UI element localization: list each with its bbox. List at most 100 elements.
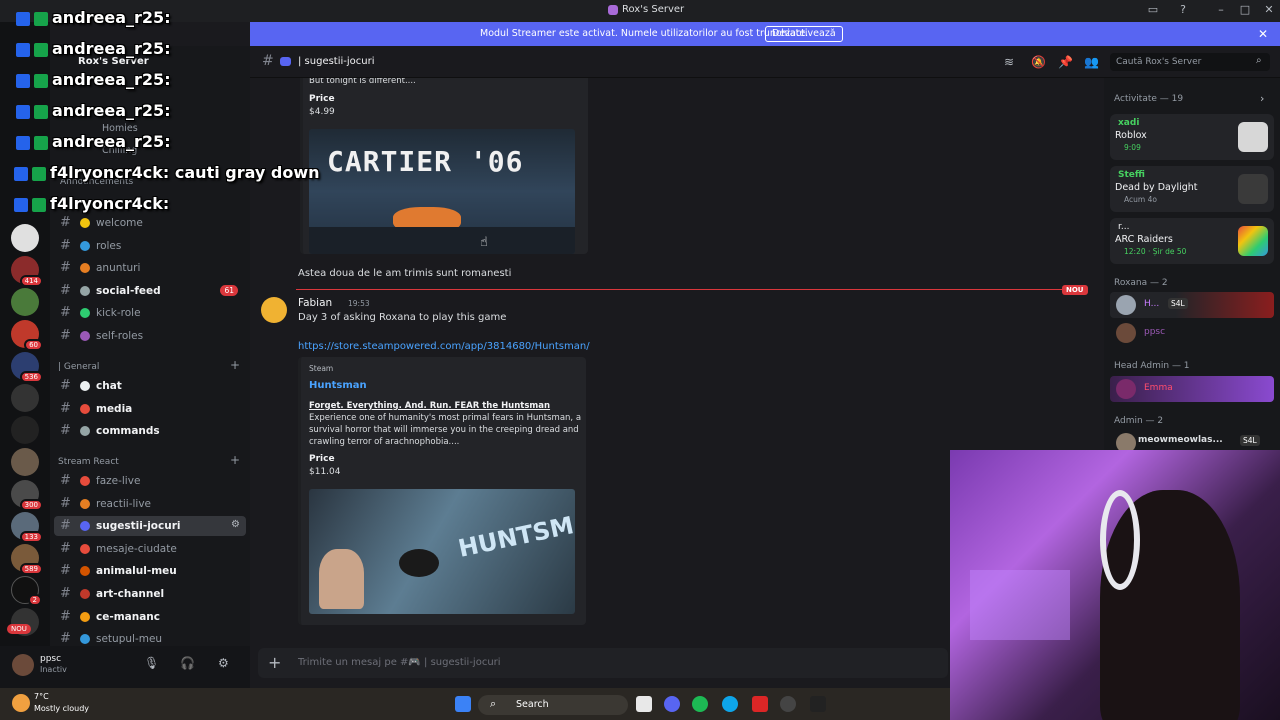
steam-link[interactable]: https://store.steampowered.com/app/38146… xyxy=(298,341,590,352)
app-icon[interactable] xyxy=(752,696,768,712)
channel-animalul-meu[interactable]: # animalul-meu xyxy=(54,561,246,581)
gear-icon[interactable]: ⚙ xyxy=(218,656,229,670)
minimize-icon[interactable]: – xyxy=(1214,3,1228,17)
channel-faze-live[interactable]: # faze-live xyxy=(54,471,246,491)
activity-time: 12:20 · Șir de 50 xyxy=(1124,247,1187,256)
member-name: Emma xyxy=(1144,383,1173,393)
file-explorer-icon[interactable] xyxy=(636,696,652,712)
embed-image[interactable]: CARTIER '06 xyxy=(309,129,575,254)
weather-desc: Mostly cloudy xyxy=(34,704,89,713)
server-icon[interactable] xyxy=(11,224,39,252)
chat-user: f4lryoncr4ck: xyxy=(50,194,170,213)
channel-roles[interactable]: # roles xyxy=(54,236,246,256)
chat-user: f4lryoncr4ck: xyxy=(50,163,170,182)
discord-icon xyxy=(608,5,618,15)
hash-icon: # xyxy=(60,237,71,253)
chevron-right-icon[interactable]: › xyxy=(1260,92,1264,105)
message-input[interactable]: Trimite un mesaj pe #🎮 | sugestii-jocuri xyxy=(298,657,501,668)
embed-subtitle: Forget. Everything. And. Run. FEAR the H… xyxy=(309,401,551,411)
server-icon[interactable] xyxy=(11,384,39,412)
channel-anunturi[interactable]: # anunturi xyxy=(54,258,246,278)
channel-label: roles xyxy=(96,239,122,252)
avatar[interactable] xyxy=(12,654,34,676)
channel-commands[interactable]: # commands xyxy=(54,421,246,441)
channel-kick-role[interactable]: # kick-role xyxy=(54,303,246,323)
server-icon[interactable]: 133 xyxy=(11,512,43,543)
avatar xyxy=(1116,323,1136,343)
server-icon[interactable] xyxy=(11,288,39,316)
server-icon[interactable] xyxy=(11,416,39,444)
activity-card[interactable]: xadi Roblox 9:09 xyxy=(1110,114,1274,160)
settings-icon[interactable]: ⚙ xyxy=(231,519,240,530)
channel-label: reactii-live xyxy=(96,497,152,510)
channel-label: welcome xyxy=(96,217,143,229)
member-name: ppsc xyxy=(1144,327,1166,337)
close-icon[interactable]: ✕ xyxy=(1258,27,1268,41)
steam-icon[interactable] xyxy=(780,696,796,712)
new-badge: NOU xyxy=(1062,285,1088,295)
server-icon[interactable]: 2 xyxy=(11,576,42,606)
pin-icon[interactable]: 📌 xyxy=(1058,55,1073,69)
channel-media[interactable]: # media xyxy=(54,399,246,419)
channel-label: anunturi xyxy=(96,262,141,275)
threads-icon[interactable]: ≋ xyxy=(1004,55,1014,69)
member-sidebar: Activitate — 19 › xadi Roblox 9:09 Steff… xyxy=(1104,78,1280,458)
embed-image[interactable]: HUNTSMAN xyxy=(309,489,575,614)
chat-user: andreea_r25: xyxy=(52,39,171,58)
member-list-icon[interactable]: 👥 xyxy=(1084,55,1099,69)
discord-taskbar-icon[interactable] xyxy=(664,696,680,712)
channel-art-channel[interactable]: # art-channel xyxy=(54,584,246,604)
microphone-icon[interactable]: 🎙 xyxy=(144,656,159,670)
headphones-icon[interactable]: 🎧 xyxy=(180,656,195,670)
channel-chat[interactable]: # chat xyxy=(54,376,246,396)
avatar[interactable] xyxy=(261,297,287,323)
search-input[interactable]: Caută Rox's Server xyxy=(1110,53,1270,71)
channel-social-feed[interactable]: # social-feed 61 xyxy=(54,281,246,301)
member-item[interactable]: ppsc xyxy=(1110,320,1274,346)
channel-emoji-icon xyxy=(80,589,90,599)
category-general[interactable]: | General xyxy=(58,362,99,372)
server-icon[interactable]: 414 xyxy=(11,256,43,287)
member-item[interactable]: Emma xyxy=(1110,376,1274,402)
channel-sugestii-jocuri[interactable]: # sugestii-jocuri ⚙ xyxy=(54,516,246,537)
channel-welcome[interactable]: # welcome xyxy=(54,213,246,233)
windows-start-icon[interactable] xyxy=(455,696,471,712)
epic-games-icon[interactable] xyxy=(810,696,826,712)
channel-self-roles[interactable]: # self-roles xyxy=(54,326,246,346)
server-icon[interactable]: 589 xyxy=(11,544,43,575)
spotify-icon[interactable] xyxy=(692,696,708,712)
help-icon[interactable]: ? xyxy=(1176,3,1190,17)
maximize-icon[interactable]: □ xyxy=(1238,3,1252,17)
search-icon: ⌕ xyxy=(490,697,497,710)
edge-icon[interactable] xyxy=(722,696,738,712)
message-composer[interactable]: + Trimite un mesaj pe #🎮 | sugestii-jocu… xyxy=(258,648,948,678)
member-item[interactable]: H... S4L xyxy=(1110,292,1274,318)
disable-streamer-button[interactable]: Dezactivează xyxy=(765,26,843,42)
channel-mesaje-ciudate[interactable]: # mesaje-ciudate xyxy=(54,539,246,559)
add-attachment-icon[interactable]: + xyxy=(268,653,281,672)
close-window-icon[interactable]: ✕ xyxy=(1262,3,1276,17)
channel-ce-mananc[interactable]: # ce-mananc xyxy=(54,607,246,627)
add-channel-icon[interactable]: + xyxy=(230,358,240,372)
category-stream-react[interactable]: Stream React xyxy=(58,457,119,467)
user-panel: ppsc Inactiv 🎙 🎧 ⚙ xyxy=(0,646,250,688)
inbox-icon[interactable]: ▭ xyxy=(1146,3,1160,17)
hash-icon: # xyxy=(60,608,71,624)
activity-card[interactable]: Steffi Dead by Daylight Acum 4o xyxy=(1110,166,1274,212)
taskbar-search[interactable]: Search xyxy=(478,695,628,715)
channel-reactii-live[interactable]: # reactii-live xyxy=(54,494,246,514)
unread-badge: 589 xyxy=(19,563,43,575)
server-icon[interactable] xyxy=(11,448,39,476)
server-icon[interactable]: 536 xyxy=(11,352,43,383)
server-icon[interactable]: 300 xyxy=(11,480,43,511)
activity-card[interactable]: r... ARC Raiders 12:20 · Șir de 50 xyxy=(1110,218,1274,264)
gamepad-icon xyxy=(280,57,291,66)
server-icon[interactable]: 60 xyxy=(11,320,43,351)
add-channel-icon[interactable]: + xyxy=(230,453,240,467)
member-tag: S4L xyxy=(1168,298,1188,309)
message-author[interactable]: Fabian xyxy=(298,297,332,309)
embed-title[interactable]: Huntsman xyxy=(309,380,367,391)
member-tag: S4L xyxy=(1240,435,1260,446)
notifications-icon[interactable]: 🔕 xyxy=(1031,55,1046,69)
embed-description: survival horror that will immerse you in… xyxy=(309,425,579,435)
